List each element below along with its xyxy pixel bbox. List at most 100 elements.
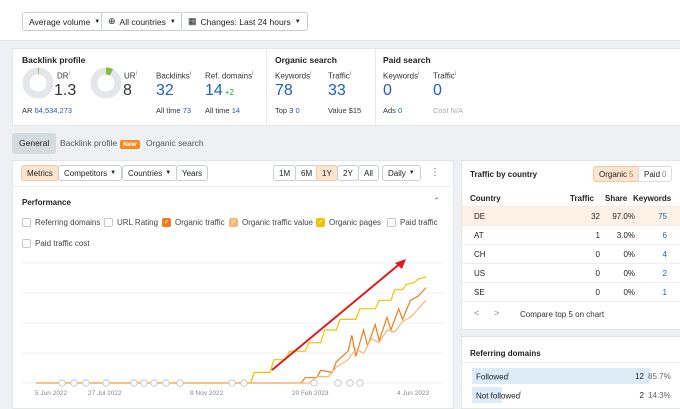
organic-keywords-value[interactable]: 78 [275, 82, 293, 100]
ref-label: Followedi [476, 372, 510, 382]
backlinks-alltime: All time 73 [156, 106, 192, 115]
checkbox-organic-traffic[interactable]: ✓ Organic traffic [162, 218, 225, 227]
traffic-cell: 0 [595, 269, 600, 278]
organic-traffic-value-stat: Value $15 [328, 106, 362, 115]
share-cell: 3.0% [616, 231, 635, 240]
tab-backlink-profile[interactable]: Backlink profile New [60, 138, 140, 149]
checkbox-paid-traffic[interactable]: Paid traffic [387, 218, 438, 227]
checkbox-organic-traffic-value[interactable]: ✓ Organic traffic value [229, 218, 313, 227]
competitors-dropdown[interactable]: Competitors ▼ [58, 165, 123, 181]
chevron-down-icon: ▼ [294, 18, 301, 25]
keywords-cell: 6 [662, 231, 667, 240]
table-row[interactable]: US 0 0% 2 [462, 263, 680, 282]
metrics-button[interactable]: Metrics [21, 165, 59, 181]
backlinks-value[interactable]: 32 [156, 82, 174, 100]
dr-label: DRi [57, 71, 70, 81]
checkbox-referring-domains[interactable]: Referring domains [22, 218, 100, 227]
segment-paid[interactable]: Paid 0 [638, 166, 673, 182]
range-all[interactable]: All [358, 165, 379, 181]
refdomains-delta: +2 [224, 88, 234, 97]
ref-label: Not followedi [476, 391, 522, 401]
range-2y[interactable]: 2Y [337, 165, 359, 181]
keywords-cell: 75 [658, 212, 667, 221]
performance-title: Performance [22, 198, 71, 207]
table-row[interactable]: DE 32 97.0% 75 [462, 206, 680, 225]
organic-search-title: Organic search [275, 55, 337, 65]
x-tick-label: 5 Jun 2022 [35, 390, 68, 397]
referring-domains-title: Referring domains [470, 349, 541, 358]
annotation-marker [356, 379, 364, 387]
changes-dropdown[interactable]: ▦ Changes: Last 24 hours ▼ [181, 12, 308, 31]
traffic-cell: 32 [591, 212, 600, 221]
annotation-marker [334, 379, 342, 387]
range-6m[interactable]: 6M [295, 165, 319, 181]
col-header-country[interactable]: Country [470, 194, 501, 203]
col-header-keywords[interactable]: Keywords [633, 194, 671, 203]
checkbox-box [22, 218, 31, 227]
table-row[interactable]: SE 0 0% 1 [462, 282, 680, 301]
collapse-chevron-icon[interactable]: ⌃ [433, 196, 441, 207]
divider [266, 49, 267, 127]
traffic-cell: 0 [595, 250, 600, 259]
checkbox-box [387, 218, 396, 227]
table-row[interactable]: AT 1 3.0% 6 [462, 225, 680, 244]
annotation-marker [228, 379, 236, 387]
keywords-cell: 1 [662, 288, 667, 297]
checkbox-checked: ✓ [162, 218, 171, 227]
ref-row-followed[interactable]: Followedi 12 85.7% [472, 368, 680, 384]
segment-organic[interactable]: Organic 5 [593, 166, 640, 182]
chevron-right-icon[interactable]: > [494, 308, 499, 318]
checkbox-organic-pages[interactable]: ✓ Organic pages [316, 218, 381, 227]
organic-traffic-value[interactable]: 33 [328, 82, 346, 100]
range-1m[interactable]: 1M [273, 165, 297, 181]
checkbox-url-rating[interactable]: URL Rating [104, 218, 158, 227]
country-cell: AT [474, 231, 484, 240]
paid-traffic-value[interactable]: 0 [433, 82, 442, 100]
ar-stat: AR 64,534,273 [22, 106, 73, 115]
countries-dropdown[interactable]: ⊕ All countries ▼ [101, 12, 183, 31]
col-header-share[interactable]: Share [605, 194, 627, 203]
ur-donut [90, 67, 122, 99]
table-row[interactable]: CH 0 0% 4 [462, 244, 680, 263]
refdomains-value[interactable]: 14 +2 [205, 82, 234, 100]
checkbox-paid-traffic-cost[interactable]: Paid traffic cost [22, 239, 90, 248]
divider [462, 301, 680, 302]
keywords-cell: 2 [662, 269, 667, 278]
performance-chart [22, 259, 444, 387]
share-cell: 97.0% [612, 212, 635, 221]
chevron-down-icon: ▼ [408, 170, 415, 176]
compare-top5-link[interactable]: Compare top 5 on chart [520, 310, 604, 319]
changes-dropdown-label: Changes: Last 24 hours [200, 16, 291, 27]
country-cell: US [474, 269, 486, 278]
annotation-marker [150, 379, 158, 387]
ref-row-not-followed[interactable]: Not followedi 2 14.3% [472, 387, 680, 403]
range-1y[interactable]: 1Y [316, 165, 338, 181]
tab-organic-search[interactable]: Organic search [146, 138, 204, 148]
traffic-cell: 1 [595, 231, 600, 240]
share-cell: 0% [623, 288, 635, 297]
dr-donut [22, 67, 54, 99]
share-cell: 0% [623, 250, 635, 259]
refdomains-alltime: All time 14 [205, 106, 241, 115]
country-cell: DE [474, 212, 486, 221]
volume-dropdown[interactable]: Average volume ▼ [22, 12, 108, 31]
x-tick-label: 8 Nov 2022 [190, 390, 224, 397]
divider [375, 49, 376, 127]
filter-bar: Average volume ▼ ⊕ All countries ▼ ▦ Cha… [0, 0, 680, 41]
col-header-traffic[interactable]: Traffic [570, 194, 594, 203]
ref-pct: 14.3% [648, 391, 671, 400]
paid-traffic-label: Traffici [433, 71, 457, 81]
keywords-cell: 4 [662, 250, 667, 259]
metrics-card: Backlink profile DRi 1.3 URi 8 AR 64,534… [12, 48, 680, 127]
interval-dropdown[interactable]: Daily ▼ [382, 165, 421, 181]
series-line-organic-traffic [36, 287, 427, 384]
paid-keywords-value[interactable]: 0 [383, 82, 392, 100]
x-tick-label: 27 Jul 2022 [88, 390, 122, 397]
more-options-icon[interactable]: ⋮ [430, 167, 440, 178]
ur-value: 8 [123, 82, 132, 99]
countries-filter-dropdown[interactable]: Countries ▼ [122, 165, 178, 181]
tab-general[interactable]: General [12, 133, 57, 154]
years-button[interactable]: Years [176, 165, 209, 181]
chevron-left-icon[interactable]: < [474, 308, 479, 318]
checkbox-checked: ✓ [316, 218, 325, 227]
